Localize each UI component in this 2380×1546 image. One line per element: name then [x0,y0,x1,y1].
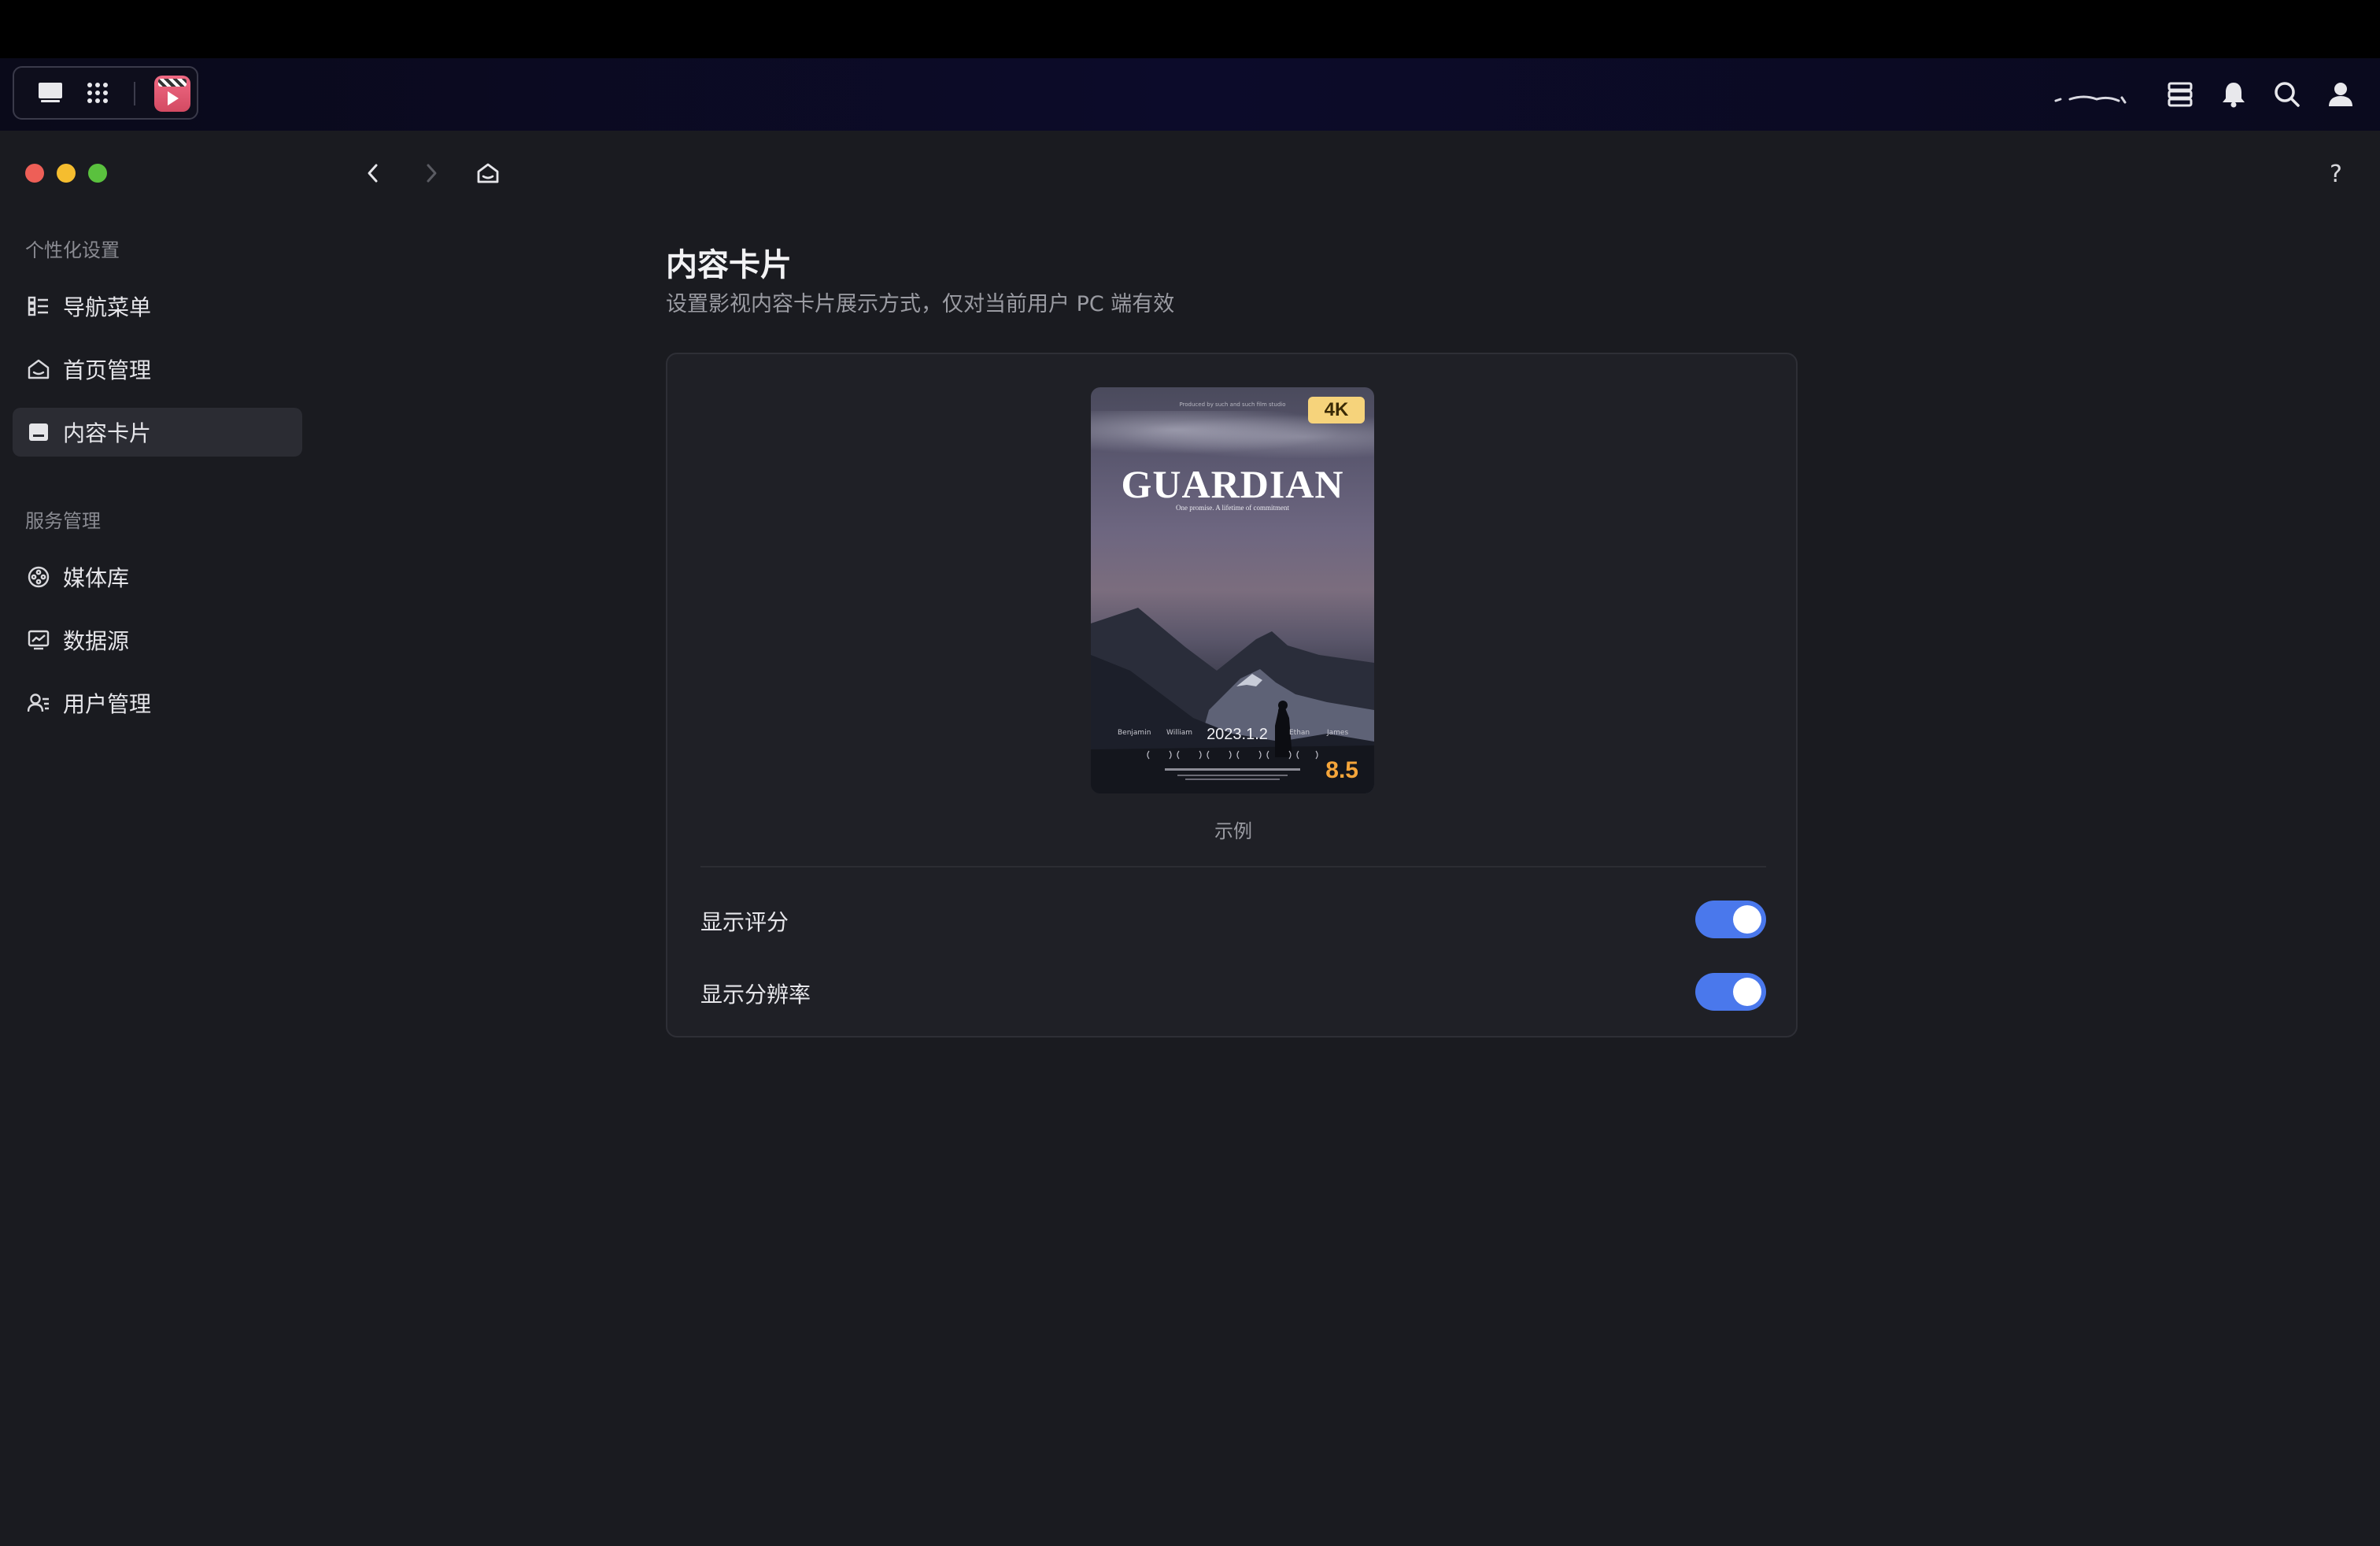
poster-date: 2023.1.2 [1207,726,1268,743]
system-top-bar [0,58,2380,131]
poster-laurels [1147,750,1318,760]
toggle-knob [1733,978,1761,1006]
search-icon[interactable] [2270,77,2304,112]
forward-button[interactable] [417,159,445,187]
server-icon[interactable] [2163,77,2197,112]
app-launcher [13,66,198,120]
sidebar-item-nav-menu[interactable]: 导航菜单 [13,282,302,331]
sidebar-item-label: 用户管理 [63,691,152,717]
home-button[interactable] [474,159,502,187]
home-icon [27,357,50,381]
close-window-button[interactable] [25,164,44,183]
sidebar-item-label: 媒体库 [63,565,130,591]
list-icon [27,294,50,318]
apps-grid-icon[interactable] [82,68,113,118]
setting-label: 显示评分 [700,909,789,935]
settings-window: ? 个性化设置 导航菜单 首页管理 内容卡片 服务管理 媒体库 数据源 用户管理… [0,131,2380,1546]
sidebar-group-personalization: 个性化设置 [25,239,120,261]
film-reel-icon [27,565,50,589]
chevron-right-icon [427,164,437,183]
sidebar-item-media-library[interactable]: 媒体库 [13,553,302,601]
page-subtitle: 设置影视内容卡片展示方式，仅对当前用户 PC 端有效 [666,292,1175,316]
sidebar-item-label: 数据源 [63,628,130,654]
chart-icon [27,628,50,652]
page-title: 内容卡片 [666,247,792,283]
setting-label: 显示分辨率 [700,982,811,1008]
sidebar-item-label: 内容卡片 [63,420,152,446]
home-icon [477,163,499,183]
resolution-badge: 4K [1308,397,1365,423]
user-icon[interactable] [2323,77,2358,112]
example-caption: 示例 [1214,820,1252,842]
divider [700,866,1766,867]
example-poster: Produced by such and such film studio 4K… [1091,387,1374,793]
chevron-left-icon [368,164,378,183]
content-card-settings-panel: Produced by such and such film studio 4K… [666,353,1798,1037]
toggle-knob [1733,905,1761,934]
sidebar-item-label: 导航菜单 [63,294,152,320]
sidebar-item-data-source[interactable]: 数据源 [13,616,302,664]
setting-show-resolution: 显示分辨率 [700,970,1766,1014]
sidebar-item-home-management[interactable]: 首页管理 [13,345,302,394]
sidebar-item-label: 首页管理 [63,357,152,383]
back-button[interactable] [359,159,387,187]
launcher-divider [134,82,135,105]
sidebar-item-content-card[interactable]: 内容卡片 [13,408,302,457]
sidebar-group-service-management: 服务管理 [25,510,101,532]
show-rating-toggle[interactable] [1695,901,1766,938]
card-icon [27,420,50,444]
sidebar-item-user-management[interactable]: 用户管理 [13,679,302,727]
help-button[interactable]: ? [2322,159,2350,190]
setting-show-rating: 显示评分 [700,897,1766,941]
maximize-window-button[interactable] [88,164,107,183]
poster-fine-print [1165,768,1300,780]
users-icon [27,691,50,715]
status-scribble [2054,95,2127,104]
minimize-window-button[interactable] [57,164,76,183]
rating-score: 8.5 [1325,757,1358,783]
video-app-icon[interactable] [154,76,190,112]
bell-icon[interactable] [2216,77,2251,112]
poster-title: GUARDIAN [1121,462,1344,506]
show-resolution-toggle[interactable] [1695,973,1766,1011]
poster-tagline: One promise. A lifetime of commitment [1176,504,1289,512]
desktop-icon[interactable] [35,68,66,118]
